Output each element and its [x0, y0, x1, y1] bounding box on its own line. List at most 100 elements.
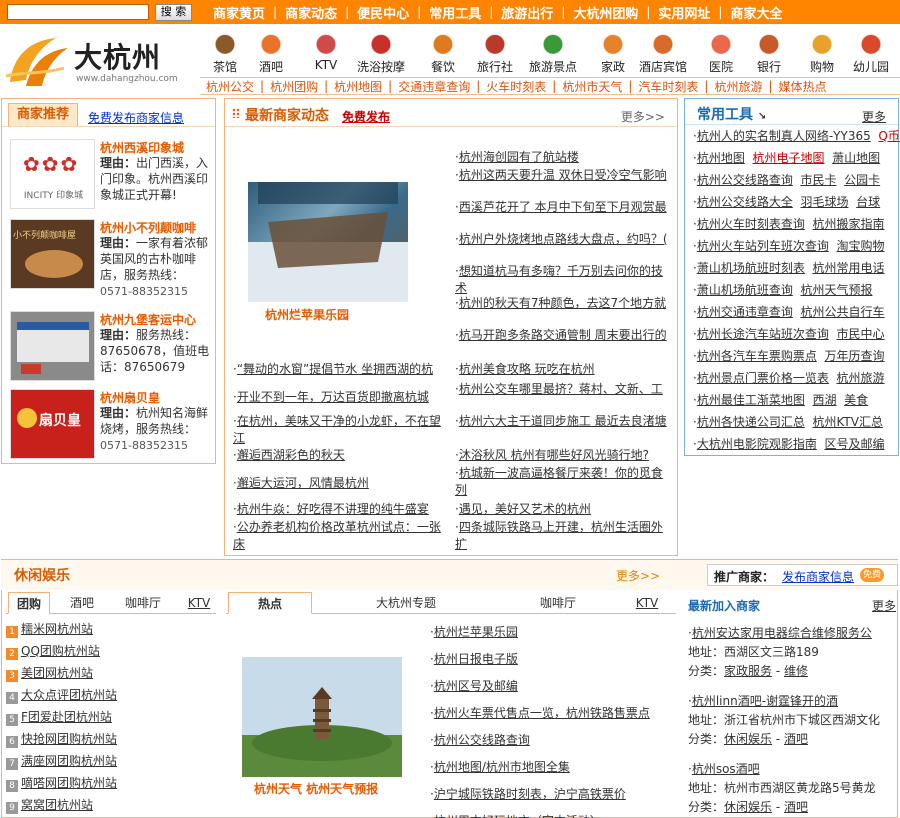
tab-ktv[interactable]: KTV [184, 592, 214, 614]
news-publish-link[interactable]: 免费发布 [342, 108, 390, 125]
publish-merchant-link[interactable]: 免费发布商家信息 [88, 109, 184, 126]
quick-link[interactable]: 火车时刻表 [480, 78, 552, 95]
tool-link[interactable]: 杭州公共自行车 [800, 305, 884, 319]
recommend-item[interactable]: 小不列颠咖啡屋 杭州小不列颠咖啡 理由：一家有着浓郁英国风的古朴咖啡店，服务热线： 0… [10, 219, 215, 298]
category-teapot[interactable]: 茶馆 [200, 30, 250, 75]
category-link[interactable]: 酒吧 [784, 732, 808, 746]
tool-link[interactable]: 杭州交通违章查询 [697, 305, 793, 319]
group-buy-link[interactable]: 4 大众点评团杭州站 [6, 686, 117, 704]
tool-link[interactable]: 杭州人的实名制真人网络-YY365 [697, 129, 871, 143]
tool-link[interactable]: 萧山机场航班查询 [697, 283, 793, 297]
topnav-travel[interactable]: 旅游出行 [493, 3, 561, 22]
hot-featured-image[interactable] [242, 657, 402, 777]
quick-link[interactable]: 杭州旅游 [708, 78, 768, 95]
recommend-name[interactable]: 杭州扇贝皇 [100, 389, 160, 406]
tool-link[interactable]: 美食 [844, 393, 868, 407]
group-buy-link[interactable]: 9 窝窝团杭州站 [6, 796, 93, 814]
group-buy-link[interactable]: 5 F团爱赴团杭州站 [6, 708, 112, 726]
tool-link[interactable]: 杭州公交线路大全 [697, 195, 793, 209]
tool-link[interactable]: 杭州天气预报 [800, 283, 872, 297]
category-link[interactable]: 休闲娱乐 [724, 800, 772, 814]
group-buy-link-text[interactable]: 满座网团购杭州站 [21, 754, 117, 768]
category-kindergarten[interactable]: 幼儿园 [846, 30, 896, 75]
news-item[interactable]: ·在杭州，美味又干净的小龙虾，不在望江 [233, 413, 451, 447]
tool-link[interactable]: 杭州旅游 [836, 371, 884, 385]
topnav-tools[interactable]: 常用工具 [421, 3, 489, 22]
news-featured-image[interactable] [248, 182, 408, 302]
group-buy-link-text[interactable]: 嘀嗒网团购杭州站 [21, 776, 117, 790]
tool-link[interactable]: 大杭州电影院观影指南 [697, 437, 817, 451]
tab-hot-cafe[interactable]: 咖啡厅 [530, 592, 586, 614]
tool-link[interactable]: 台球 [856, 195, 880, 209]
tool-link[interactable]: 杭州地图 [697, 151, 745, 165]
tool-link[interactable]: 杭州长途汽车站班次查询 [697, 327, 829, 341]
news-image-caption[interactable]: 杭州烂苹果乐园 [265, 306, 349, 323]
news-item[interactable]: ·“舞动的水窗”提倡节水 坐拥西湖的杭 [233, 361, 451, 378]
hot-link[interactable]: ·沪宁城际铁路时刻表，沪宁高铁票价 [430, 785, 626, 802]
news-item[interactable]: ·杭州海创园有了航站楼 [455, 149, 669, 166]
recommend-item[interactable]: ✿✿✿ INCITY 印象城 杭州西溪印象城 理由：出门西溪，入门印象。杭州西溪印象城… [10, 139, 215, 211]
group-buy-link[interactable]: 2 QQ团购杭州站 [6, 642, 100, 660]
recommend-name[interactable]: 杭州小不列颠咖啡 [100, 219, 196, 236]
tool-link[interactable]: 万年历查询 [824, 349, 884, 363]
leisure-more-link[interactable]: 更多>> [616, 567, 660, 584]
group-buy-link-text[interactable]: 大众点评团杭州站 [21, 688, 117, 702]
category-medical-cross[interactable]: 医院 [696, 30, 746, 75]
quick-link[interactable]: 汽车时刻表 [632, 78, 704, 95]
quick-link[interactable]: 交通违章查询 [392, 78, 476, 95]
news-item[interactable]: ·邂逅西湖彩色的秋天 [233, 447, 451, 464]
group-buy-link-text[interactable]: 窝窝团杭州站 [21, 798, 93, 812]
news-item[interactable]: ·西溪芦花开了 本月中下旬至下月观赏最 [455, 199, 669, 216]
tool-link[interactable]: 淘宝购物 [836, 239, 884, 253]
quick-link[interactable]: 杭州团购 [264, 78, 324, 95]
group-buy-link[interactable]: 3 美团网杭州站 [6, 664, 93, 682]
category-link[interactable]: 家政服务 [724, 664, 772, 678]
group-buy-link-text[interactable]: 快抢网团购杭州站 [21, 732, 117, 746]
recommend-name[interactable]: 杭州西溪印象城 [100, 139, 184, 156]
tool-link[interactable]: 公园卡 [844, 173, 880, 187]
tool-link[interactable]: 杭州各汽车车票购票点 [697, 349, 817, 363]
news-item[interactable]: ·想知道杭马有多嗨？千万别去问你的技术 [455, 263, 669, 297]
tool-link[interactable]: 杭州各快递公司汇总 [697, 415, 805, 429]
quick-link[interactable]: 杭州地图 [328, 78, 388, 95]
recommend-item[interactable]: 杭州九堡客运中心 理由：服务热线：87650678，值班电话：87650679 [10, 311, 215, 383]
tool-link[interactable]: 萧山地图 [832, 151, 880, 165]
new-merchant-name[interactable]: ·杭州安达家用电器综合维修服务公 [688, 624, 872, 643]
news-item[interactable]: ·杭州的秋天有7种颜色，去这7个地方就 [455, 295, 669, 312]
news-item[interactable]: ·公办养老机构价格改革杭州试点：一张床 [233, 519, 451, 553]
recommend-image[interactable]: 小不列颠咖啡屋 [10, 219, 95, 289]
new-merchants-more-link[interactable]: 更多 [872, 597, 896, 614]
tool-link[interactable]: 杭州景点门票价格一览表 [697, 371, 829, 385]
news-item[interactable]: ·杭州美食攻略 玩吃在杭州 [455, 361, 669, 378]
tab-bar[interactable]: 酒吧 [62, 592, 102, 614]
recommend-item[interactable]: 扇贝皇 杭州扇贝皇 理由：杭州知名海鲜烧烤，服务热线： 0571-88352315 [10, 389, 215, 461]
hot-link[interactable]: ·杭州地图/杭州市地图全集 [430, 758, 570, 775]
hot-image-caption[interactable]: 杭州天气 杭州天气预报 [254, 780, 378, 797]
tool-link[interactable]: 萧山机场航班时刻表 [697, 261, 805, 275]
site-logo[interactable]: 大杭州 www.dahangzhou.com [4, 30, 194, 90]
new-merchant-name[interactable]: ·杭州sos酒吧 [688, 760, 876, 779]
topnav-merchant-list[interactable]: 商家大全 [722, 3, 790, 22]
tool-link[interactable]: 市民卡 [800, 173, 836, 187]
news-item[interactable]: ·开业不到一年，万达百货即撤离杭城 [233, 389, 451, 406]
topnav-useful-sites[interactable]: 实用网址 [650, 3, 718, 22]
tool-link[interactable]: 杭州公交线路查询 [697, 173, 793, 187]
category-scenic[interactable]: 旅游景点 [528, 30, 578, 75]
group-buy-link-text[interactable]: QQ团购杭州站 [21, 644, 100, 658]
new-merchant-name[interactable]: ·杭州linn酒吧-谢霆锋开的酒 [688, 692, 880, 711]
tab-group-buy[interactable]: 团购 [8, 592, 50, 614]
group-buy-link[interactable]: 1 糯米网杭州站 [6, 620, 93, 638]
news-item[interactable]: ·沐浴秋风 杭州有哪些好风光骑行地? [455, 447, 669, 464]
category-link[interactable]: 酒吧 [784, 800, 808, 814]
news-item[interactable]: ·四条城际铁路马上开建，杭州生活圈外扩 [455, 519, 669, 553]
group-buy-link-text[interactable]: 美团网杭州站 [21, 666, 93, 680]
topnav-service-center[interactable]: 便民中心 [349, 3, 417, 22]
recommend-image[interactable]: ✿✿✿ INCITY 印象城 [10, 139, 95, 209]
hot-link[interactable]: ·杭州区号及邮编 [430, 677, 518, 694]
recommend-name[interactable]: 杭州九堡客运中心 [100, 311, 196, 328]
category-bath[interactable]: 洗浴按摩 [356, 30, 406, 75]
news-item[interactable]: ·邂逅大运河，风情最杭州 [233, 475, 451, 492]
tool-link[interactable]: 杭州搬家指南 [812, 217, 884, 231]
tool-link[interactable]: 区号及邮编 [824, 437, 884, 451]
news-item[interactable]: ·杭城新一波高逼格餐厅来袭！你的觅食列 [455, 465, 669, 499]
